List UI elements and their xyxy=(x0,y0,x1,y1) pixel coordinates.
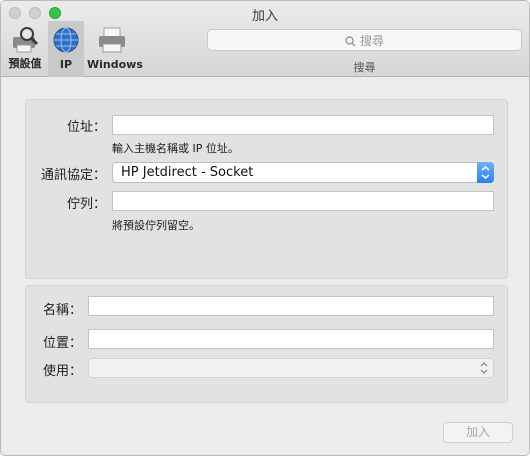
printer-info-panel: 名稱： 位置： 使用： xyxy=(25,285,508,403)
address-field[interactable] xyxy=(112,115,494,135)
globe-icon xyxy=(53,27,79,53)
queue-field[interactable] xyxy=(112,191,494,211)
protocol-value: HP Jetdirect - Socket xyxy=(121,165,254,180)
chevron-updown-icon xyxy=(481,166,490,179)
protocol-select[interactable]: HP Jetdirect - Socket xyxy=(112,162,494,183)
chevron-updown-icon xyxy=(480,362,488,374)
queue-hint: 將預設佇列留空。 xyxy=(112,219,200,232)
tab-windows-label: Windows xyxy=(87,58,143,71)
address-hint: 輸入主機名稱或 IP 位址。 xyxy=(112,142,239,155)
tab-ip[interactable]: IP xyxy=(48,21,84,77)
name-label: 名稱： xyxy=(42,303,82,318)
add-printer-window: 加入 預設值 IP Windows 搜尋 搜尋 位址： 輸入主機名稱或 IP 位… xyxy=(0,0,530,456)
name-field[interactable] xyxy=(88,296,494,316)
printer-icon xyxy=(99,27,125,53)
address-label: 位址： xyxy=(66,120,106,135)
protocol-stepper[interactable] xyxy=(477,162,494,183)
search-field[interactable]: 搜尋 xyxy=(207,29,522,51)
printer-search-icon xyxy=(13,27,39,53)
search-placeholder-text: 搜尋 xyxy=(359,34,384,48)
toolbar: 加入 預設值 IP Windows 搜尋 搜尋 xyxy=(1,1,529,77)
tab-default-label: 預設值 xyxy=(8,57,42,70)
protocol-label: 通訊協定： xyxy=(40,168,106,183)
queue-label: 佇列： xyxy=(66,197,106,212)
connection-panel: 位址： 輸入主機名稱或 IP 位址。 通訊協定： HP Jetdirect - … xyxy=(25,99,508,279)
tab-default[interactable]: 預設值 xyxy=(4,21,46,77)
location-label: 位置： xyxy=(42,336,82,351)
use-select[interactable] xyxy=(88,358,494,378)
tab-windows[interactable]: Windows xyxy=(87,21,143,77)
tab-ip-label: IP xyxy=(59,58,73,71)
search-icon xyxy=(345,36,356,47)
search-placeholder: 搜尋 xyxy=(208,32,521,49)
add-button[interactable]: 加入 xyxy=(443,422,513,443)
search-label: 搜尋 xyxy=(353,61,376,74)
location-field[interactable] xyxy=(88,329,494,349)
use-label: 使用： xyxy=(42,364,82,379)
